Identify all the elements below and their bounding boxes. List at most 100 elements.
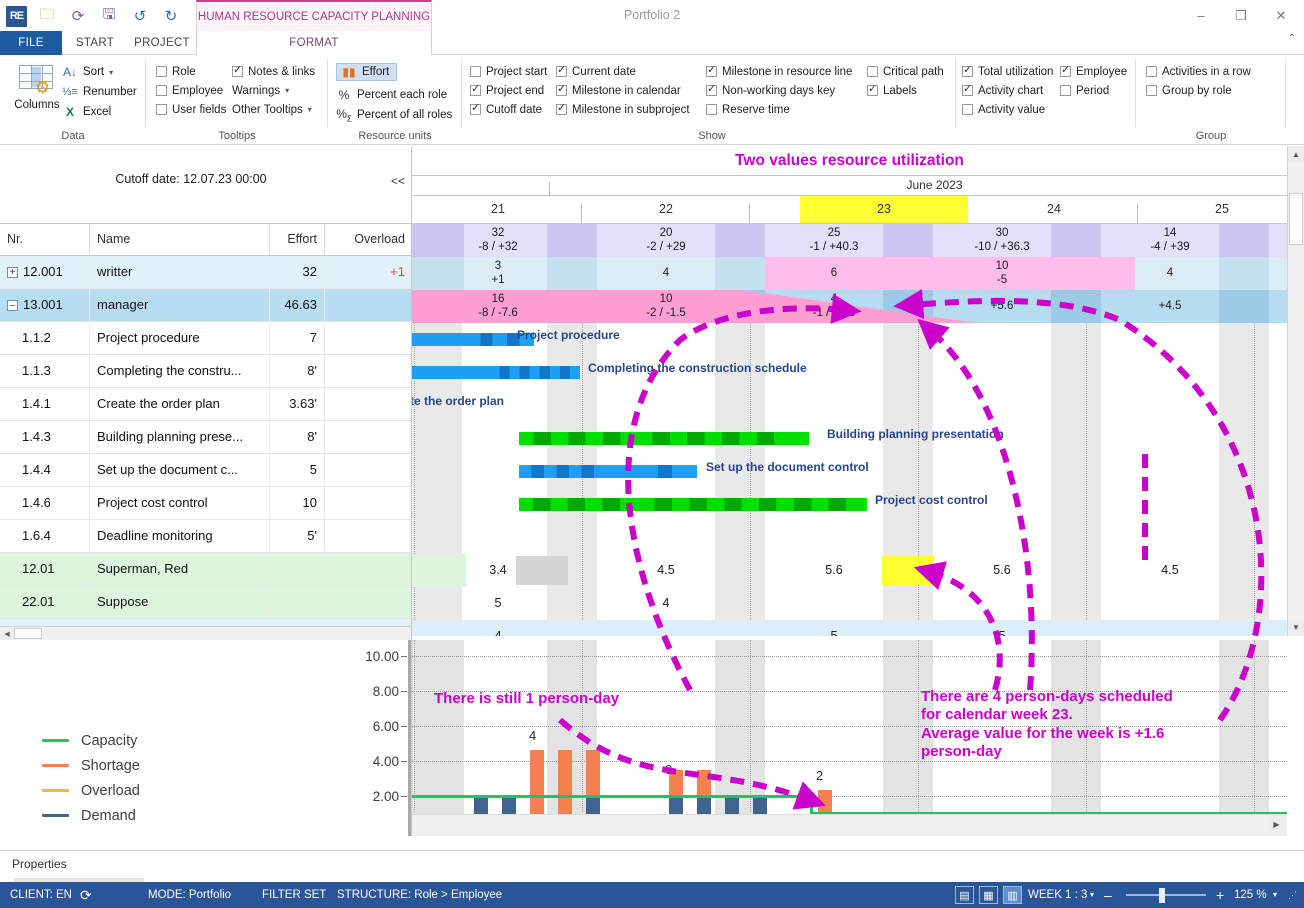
scroll-right-icon[interactable]: ▶ <box>1270 817 1283 832</box>
table-row[interactable]: 1.4.1 Create the order plan 3.63' <box>0 388 412 421</box>
form-view-icon[interactable]: ▤ <box>955 886 974 904</box>
table-row[interactable]: 12.01 Superman, Red <box>0 553 412 586</box>
columns-button[interactable]: ⚙ Columns <box>6 59 68 111</box>
gantt-task-row[interactable]: te the order plan <box>412 389 1287 422</box>
zoom-dropdown-icon[interactable]: ▾ <box>1273 882 1277 908</box>
scrollbar-thumb[interactable] <box>1289 193 1303 245</box>
checkbox-group-by-role[interactable] <box>1146 85 1157 96</box>
employee-row-designer[interactable]: 4 5 5 <box>412 620 1287 636</box>
checkbox-critical-path[interactable] <box>867 66 878 77</box>
zoom-out-button[interactable]: – <box>1104 882 1112 908</box>
column-header-name[interactable]: Name <box>90 224 270 255</box>
checkbox-cutoff-date[interactable] <box>470 104 481 115</box>
table-row[interactable]: +14.001 designer 14 <box>0 619 412 626</box>
check-labels[interactable]: Labels <box>867 81 944 100</box>
check-total-utilization[interactable]: Total utilization <box>962 62 1053 81</box>
checkbox-reserve-time[interactable] <box>706 104 717 115</box>
column-header-effort[interactable]: Effort <box>270 224 325 255</box>
collapse-panel-button[interactable]: << <box>391 174 405 188</box>
check-employee[interactable]: Employee <box>156 81 226 100</box>
checkbox-activity-value[interactable] <box>962 104 973 115</box>
check-group-by-role[interactable]: Group by role <box>1146 81 1251 100</box>
check-period[interactable]: Period <box>1060 81 1127 100</box>
check-current-date[interactable]: Current date <box>556 62 690 81</box>
redo-icon[interactable]: ↻ <box>160 5 182 27</box>
table-row[interactable]: +12.001 writter 32 +1 <box>0 256 412 289</box>
week-header-21[interactable]: 21 <box>414 196 582 223</box>
check-activities-in-a-row[interactable]: Activities in a row <box>1146 62 1251 81</box>
refresh-icon[interactable]: ⟳ <box>67 5 89 27</box>
status-scale[interactable]: WEEK 1 : 3 <box>1028 882 1087 908</box>
check-employee-show[interactable]: Employee <box>1060 62 1127 81</box>
gantt-bar-green[interactable] <box>519 432 809 445</box>
zoom-slider-thumb[interactable] <box>1159 888 1165 903</box>
week-header-23[interactable]: 23 <box>800 196 968 223</box>
warnings-dropdown[interactable]: Warnings▾ <box>232 81 315 100</box>
scroll-left-icon[interactable]: ◀ <box>0 627 14 640</box>
week-header-25[interactable]: 25 <box>1138 196 1304 223</box>
sort-button[interactable]: A↓ Sort ▾ <box>62 62 137 82</box>
close-button[interactable]: ✕ <box>1262 2 1300 30</box>
zoom-slider[interactable] <box>1126 894 1206 896</box>
expand-icon[interactable]: + <box>7 267 18 278</box>
tab-file[interactable]: FILE <box>0 31 62 55</box>
undo-icon[interactable]: ↺ <box>129 5 151 27</box>
check-user-fields[interactable]: User fields <box>156 100 226 119</box>
checkbox-employee[interactable] <box>156 85 167 96</box>
scroll-down-icon[interactable]: ▼ <box>1288 619 1304 635</box>
column-header-overload[interactable]: Overload <box>325 224 412 255</box>
checkbox-labels[interactable] <box>867 85 878 96</box>
gantt-task-row[interactable]: Project cost control <box>412 488 1287 521</box>
check-cutoff-date[interactable]: Cutoff date <box>470 100 547 119</box>
check-critical-path[interactable]: Critical path <box>867 62 944 81</box>
check-nonworking-days[interactable]: Non-working days key <box>706 81 852 100</box>
table-row[interactable]: 1.4.3 Building planning prese... 8' <box>0 421 412 454</box>
table-row[interactable]: 22.01 Suppose <box>0 586 412 619</box>
chart-horizontal-scrollbar[interactable] <box>412 814 1287 836</box>
check-activity-chart[interactable]: Activity chart <box>962 81 1053 100</box>
checkbox-activities-in-a-row[interactable] <box>1146 66 1157 77</box>
maximize-button[interactable]: ❐ <box>1222 2 1260 30</box>
scrollbar-thumb[interactable] <box>14 628 42 639</box>
check-milestone-subproject[interactable]: Milestone in subproject <box>556 100 690 119</box>
table-row[interactable]: 1.4.6 Project cost control 10 <box>0 487 412 520</box>
check-activity-value[interactable]: Activity value <box>962 100 1053 119</box>
tab-start[interactable]: START <box>62 31 128 55</box>
checkbox-total-utilization[interactable] <box>962 66 973 77</box>
employee-row-suppose[interactable]: 5 4 <box>412 587 1287 620</box>
checkbox-employee-show[interactable] <box>1060 66 1071 77</box>
save-icon[interactable]: 🖫 <box>98 5 120 27</box>
check-reserve-time[interactable]: Reserve time <box>706 100 852 119</box>
checkbox-milestone-subproject[interactable] <box>556 104 567 115</box>
check-project-end[interactable]: Project end <box>470 81 547 100</box>
gantt-bar-blue[interactable] <box>412 366 580 379</box>
check-notes-links[interactable]: Notes & links <box>232 62 315 81</box>
check-role[interactable]: Role <box>156 62 226 81</box>
table-row[interactable]: –13.001 manager 46.63 <box>0 289 412 322</box>
utilization-row-manager[interactable]: 16-8 / -7.6 10-2 / -1.5 4-1 / +1.6 +5.6 … <box>412 290 1287 323</box>
gantt-task-row[interactable]: Completing the construction schedule <box>412 356 1287 389</box>
checkbox-project-end[interactable] <box>470 85 481 96</box>
scale-dropdown-icon[interactable]: ▾ <box>1090 882 1094 908</box>
zoom-in-button[interactable]: + <box>1216 882 1224 908</box>
checkbox-nonworking-days[interactable] <box>706 85 717 96</box>
collapse-icon[interactable]: – <box>7 300 18 311</box>
checkbox-role[interactable] <box>156 66 167 77</box>
gantt-task-row[interactable]: Building planning presentation <box>412 422 1287 455</box>
renumber-button[interactable]: ⅓≡ Renumber <box>62 82 137 102</box>
minimize-button[interactable]: – <box>1182 2 1220 30</box>
gantt-bar-green[interactable] <box>519 498 867 511</box>
open-folder-icon[interactable]: 🗀 <box>36 5 58 27</box>
table-row[interactable]: 1.1.2 Project procedure 7 <box>0 322 412 355</box>
sort-dropdown-icon[interactable]: ▾ <box>109 68 113 77</box>
tab-format[interactable]: FORMAT <box>196 31 432 55</box>
checkbox-period[interactable] <box>1060 85 1071 96</box>
gantt-vertical-scrollbar[interactable]: ▲ ▼ <box>1287 146 1304 636</box>
excel-button[interactable]: X Excel <box>62 102 137 122</box>
checkbox-project-start[interactable] <box>470 66 481 77</box>
week-header-24[interactable]: 24 <box>970 196 1138 223</box>
calendar-view-icon[interactable]: ▦ <box>979 886 998 904</box>
utilization-row-writter[interactable]: 3+1 4 6 10-5 4 <box>412 257 1287 290</box>
status-filter-set[interactable]: FILTER SET <box>262 882 326 908</box>
checkbox-notes-links[interactable] <box>232 66 243 77</box>
